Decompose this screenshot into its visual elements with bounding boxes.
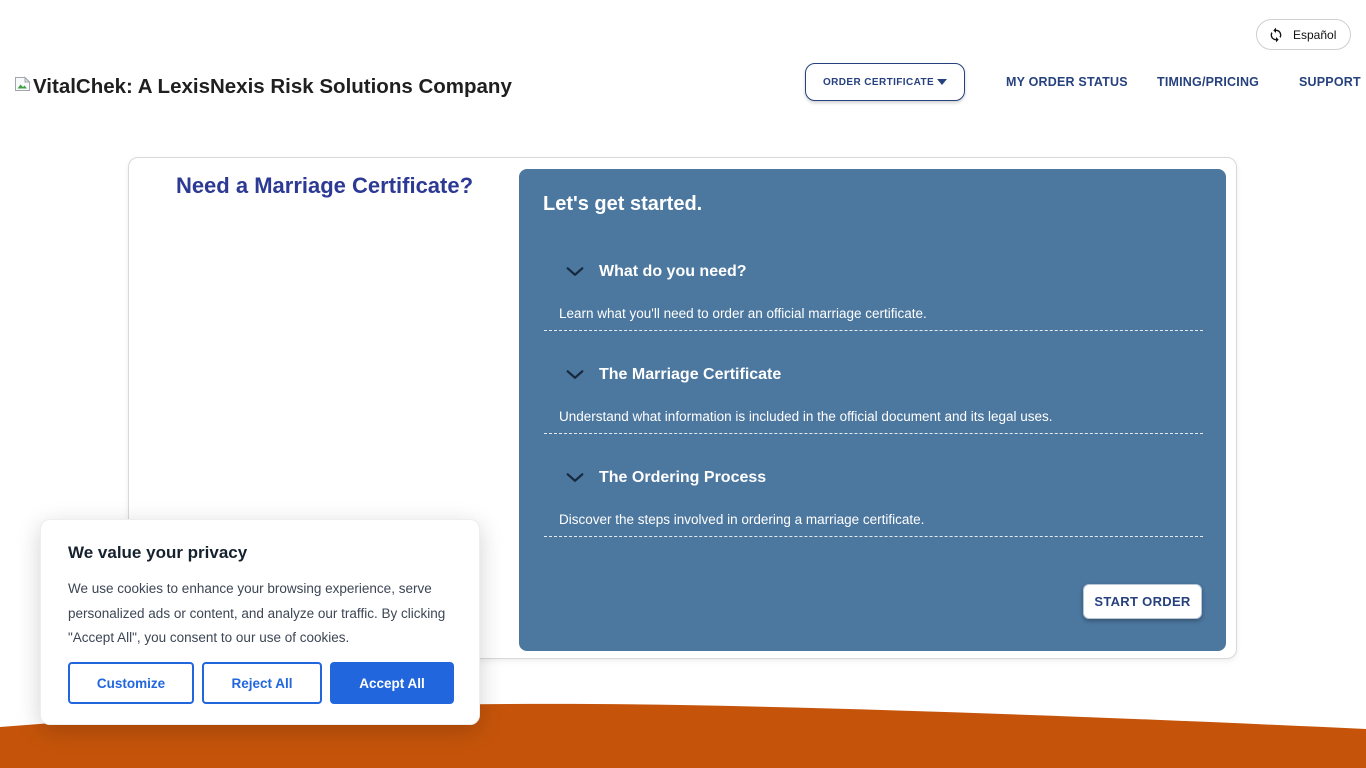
cookie-title: We value your privacy (68, 543, 479, 563)
cookie-accept-all-button[interactable]: Accept All (330, 662, 454, 704)
section-description: Learn what you'll need to order an offic… (559, 306, 1203, 323)
accordion-section-what-you-need: What do you need? Learn what you'll need… (544, 261, 1203, 331)
sync-icon (1268, 27, 1284, 43)
section-title: The Ordering Process (599, 469, 766, 487)
accordion-toggle-what-you-need[interactable]: What do you need? (564, 261, 1203, 283)
broken-image-icon (14, 74, 31, 92)
dashed-divider (544, 433, 1203, 434)
accordion-sections: What do you need? Learn what you'll need… (544, 249, 1203, 537)
section-title: The Marriage Certificate (599, 366, 781, 384)
dashed-divider (544, 330, 1203, 331)
accordion-toggle-marriage-certificate[interactable]: The Marriage Certificate (564, 364, 1203, 386)
cookie-button-row: Customize Reject All Accept All (68, 662, 454, 704)
panel-title: Let's get started. (543, 193, 702, 216)
dashed-divider (544, 536, 1203, 537)
cookie-customize-button[interactable]: Customize (68, 662, 194, 704)
nav-support[interactable]: SUPPORT (1299, 75, 1361, 89)
order-certificate-label: ORDER CERTIFICATE (823, 77, 934, 88)
logo-alt-text: VitalChek: A LexisNexis Risk Solutions C… (33, 74, 512, 100)
page-title: Need a Marriage Certificate? (129, 173, 520, 199)
section-title: What do you need? (599, 263, 747, 281)
chevron-down-icon (564, 364, 586, 386)
cookie-reject-all-button[interactable]: Reject All (202, 662, 322, 704)
chevron-down-icon (564, 467, 586, 489)
language-toggle-label: Español (1293, 28, 1336, 42)
language-toggle-button[interactable]: Español (1256, 19, 1351, 50)
chevron-down-icon (564, 261, 586, 283)
accordion-section-ordering-process: The Ordering Process Discover the steps … (544, 467, 1203, 537)
start-order-button[interactable]: START ORDER (1083, 584, 1202, 619)
logo-link[interactable]: VitalChek: A LexisNexis Risk Solutions C… (14, 74, 512, 100)
section-description: Discover the steps involved in ordering … (559, 512, 1203, 529)
accordion-section-marriage-certificate: The Marriage Certificate Understand what… (544, 364, 1203, 434)
caret-down-icon (937, 79, 947, 85)
nav-timing-pricing[interactable]: TIMING/PRICING (1157, 75, 1259, 89)
nav-my-order-status[interactable]: MY ORDER STATUS (1006, 75, 1128, 89)
section-description: Understand what information is included … (559, 409, 1203, 426)
cookie-message: We use cookies to enhance your browsing … (68, 577, 449, 651)
order-certificate-dropdown[interactable]: ORDER CERTIFICATE (805, 63, 965, 101)
accordion-toggle-ordering-process[interactable]: The Ordering Process (564, 467, 1203, 489)
get-started-panel: Let's get started. What do you need? Lea… (519, 169, 1226, 651)
cookie-consent-dialog: We value your privacy We use cookies to … (40, 519, 480, 725)
